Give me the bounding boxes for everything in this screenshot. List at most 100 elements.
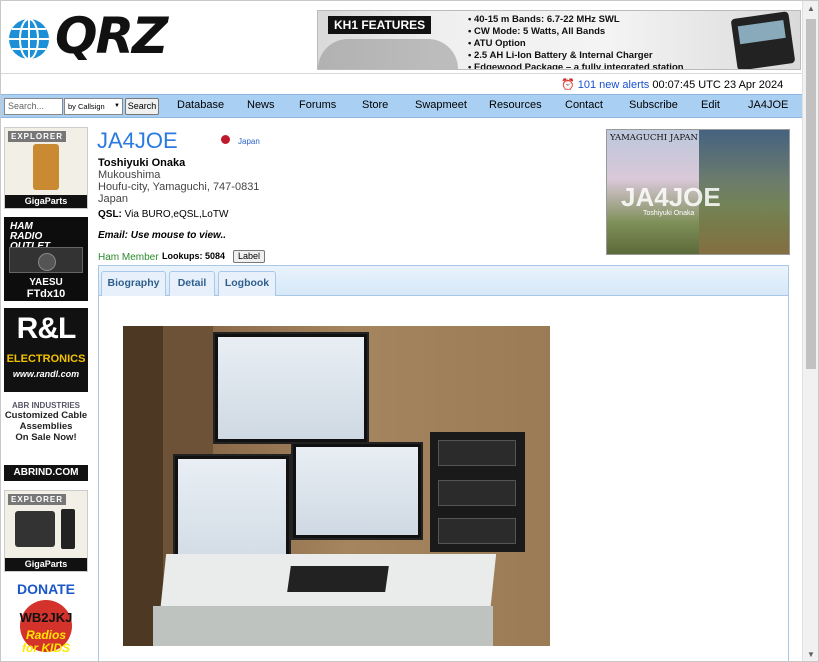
gigaparts-explorer-ad-2[interactable]: EXPLORER GigaParts <box>4 490 88 572</box>
tab-strip: Biography Detail Logbook <box>99 266 788 296</box>
nav-subscribe[interactable]: Subscribe <box>629 99 678 111</box>
photo-monitor <box>213 332 369 444</box>
country-link[interactable]: Japan <box>238 137 260 146</box>
lookups-count: Lookups: 5084 <box>162 251 225 261</box>
ad-tag: EXPLORER <box>8 494 67 505</box>
banner-feature: Edgewood Package – a fully integrated st… <box>468 62 684 69</box>
nav-edit[interactable]: Edit <box>701 99 720 111</box>
email-reveal-link[interactable]: Email: Use mouse to view.. <box>98 230 226 241</box>
qsl-card-image[interactable]: YAMAGUCHI JAPAN JA4JOE Toshiyuki Onaka <box>606 129 790 255</box>
banner-feature: 40-15 m Bands: 6.7-22 MHz SWL <box>468 14 684 26</box>
chevron-down-icon: ▼ <box>114 103 120 109</box>
ad-tagline: Radios for KIDS <box>4 629 88 655</box>
photo-desk-front <box>153 606 493 646</box>
japan-flag-icon <box>221 135 230 144</box>
ad-brand: YAESU <box>29 277 63 288</box>
search-input[interactable]: Search... <box>4 98 63 115</box>
randl-electronics-ad[interactable]: R&L ELECTRONICS www.randl.com <box>4 308 88 392</box>
qrz-logo[interactable]: QRZ <box>7 7 168 69</box>
vertical-scrollbar[interactable]: ▲ ▼ <box>802 1 818 661</box>
membership-badge[interactable]: Ham Member <box>98 252 159 263</box>
radio-device-image <box>15 511 55 547</box>
search-type-select[interactable]: by Callsign ▼ <box>64 98 123 115</box>
ad-callsign: WB2JKJ <box>19 610 73 625</box>
site-header: QRZ KH1 FEATURES 40-15 m Bands: 6.7-22 M… <box>1 1 803 74</box>
qsl-card-location: YAMAGUCHI JAPAN <box>610 133 698 143</box>
utc-datetime: 00:07:45 UTC 23 Apr 2024 <box>652 79 784 91</box>
qsl-value: Via BURO,eQSL,LoTW <box>124 209 229 220</box>
ad-url: www.randl.com <box>12 369 80 379</box>
nav-contact[interactable]: Contact <box>565 99 603 111</box>
ad-line-3: On Sale Now! <box>15 432 77 443</box>
qsl-label: QSL: <box>98 209 122 220</box>
handheld-radio-image <box>61 509 75 549</box>
kh1-banner-ad[interactable]: KH1 FEATURES 40-15 m Bands: 6.7-22 MHz S… <box>317 10 801 70</box>
page-title-callsign: JA4JOE <box>97 128 178 153</box>
biography-shack-photo <box>123 326 550 646</box>
qsl-info: QSL: Via BURO,eQSL,LoTW <box>98 209 228 220</box>
ad-brand: GigaParts <box>5 558 87 571</box>
address-line-1: Mukoushima <box>98 169 161 181</box>
ad-logo: R&L <box>16 312 77 345</box>
photo-radio-unit <box>438 518 516 544</box>
photo-monitor <box>291 442 423 540</box>
page: QRZ KH1 FEATURES 40-15 m Bands: 6.7-22 M… <box>0 0 819 662</box>
radios-for-kids-ad[interactable]: DONATE WB2JKJ Radios for KIDS <box>4 580 88 660</box>
gigaparts-explorer-ad[interactable]: EXPLORER GigaParts <box>4 127 88 209</box>
nav-database[interactable]: Database <box>177 99 224 111</box>
tab-logbook[interactable]: Logbook <box>218 271 276 296</box>
search-type-value: by Callsign <box>68 102 105 111</box>
photo-radio-stack <box>430 432 525 552</box>
ad-line-2: Assemblies <box>19 421 73 432</box>
nav-store[interactable]: Store <box>362 99 388 111</box>
lookups-label: Lookups: <box>162 251 203 261</box>
search-button[interactable]: Search <box>125 98 159 115</box>
qsl-card-name: Toshiyuki Onaka <box>643 210 695 217</box>
abr-industries-ad[interactable]: ABR INDUSTRIES Customized Cable Assembli… <box>4 399 88 481</box>
ad-tagline-2: for KIDS <box>22 641 70 655</box>
scroll-up-arrow-icon[interactable]: ▲ <box>803 1 818 17</box>
label-button[interactable]: Label <box>233 250 265 263</box>
ad-url: ABRIND.COM <box>4 465 88 481</box>
banner-title: KH1 FEATURES <box>328 16 432 34</box>
address-country: Japan <box>98 193 128 205</box>
tab-detail[interactable]: Detail <box>169 271 215 296</box>
tab-biography[interactable]: Biography <box>101 271 166 296</box>
address-line-2: Houfu-city, Yamaguchi, 747-0831 <box>98 181 260 193</box>
main-nav: Search... by Callsign ▼ Search Database … <box>1 94 803 118</box>
ad-company: ABR INDUSTRIES <box>11 401 80 410</box>
photo-monitor-screen <box>296 447 418 535</box>
alerts-bar: ⏰ 101 new alerts 00:07:45 UTC 23 Apr 202… <box>561 78 801 92</box>
banner-feature: ATU Option <box>468 38 684 50</box>
nav-swapmeet[interactable]: Swapmeet <box>415 99 467 111</box>
nav-news[interactable]: News <box>247 99 275 111</box>
nav-resources[interactable]: Resources <box>489 99 542 111</box>
radio-screen <box>737 19 786 45</box>
ham-radio-outlet-ad[interactable]: HAM RADIO OUTLET YAESU FTdx10 <box>4 217 88 301</box>
nav-forums[interactable]: Forums <box>299 99 336 111</box>
radio-device-image <box>730 11 796 69</box>
ad-name: ELECTRONICS <box>6 353 86 365</box>
banner-hill-decoration <box>318 39 458 69</box>
transceiver-image <box>9 247 83 273</box>
qsl-card-callsign: JA4JOE <box>621 182 721 212</box>
photo-keyboard <box>287 566 389 592</box>
lookups-value: 5084 <box>205 251 226 261</box>
ad-line-1: Customized Cable <box>4 410 88 421</box>
banner-feature-list: 40-15 m Bands: 6.7-22 MHz SWL CW Mode: 5… <box>468 14 684 69</box>
globe-icon <box>9 18 49 60</box>
scroll-thumb[interactable] <box>806 19 816 369</box>
photo-radio-unit <box>438 480 516 506</box>
ad-tag: EXPLORER <box>8 131 67 142</box>
logo-text: QRZ <box>55 7 168 65</box>
banner-feature: CW Mode: 5 Watts, All Bands <box>468 26 684 38</box>
scroll-down-arrow-icon[interactable]: ▼ <box>803 647 818 661</box>
profile-tabs-panel: Biography Detail Logbook <box>98 265 789 661</box>
nav-my-callsign[interactable]: JA4JOE <box>748 99 788 111</box>
operator-name: Toshiyuki Onaka <box>98 157 186 169</box>
alarm-clock-icon: ⏰ <box>561 79 575 91</box>
photo-radio-unit <box>438 440 516 466</box>
banner-feature: 2.5 AH Li-Ion Battery & Internal Charger <box>468 50 684 62</box>
ad-tagline-1: Radios <box>25 628 66 642</box>
alerts-link[interactable]: 101 new alerts <box>578 79 650 91</box>
